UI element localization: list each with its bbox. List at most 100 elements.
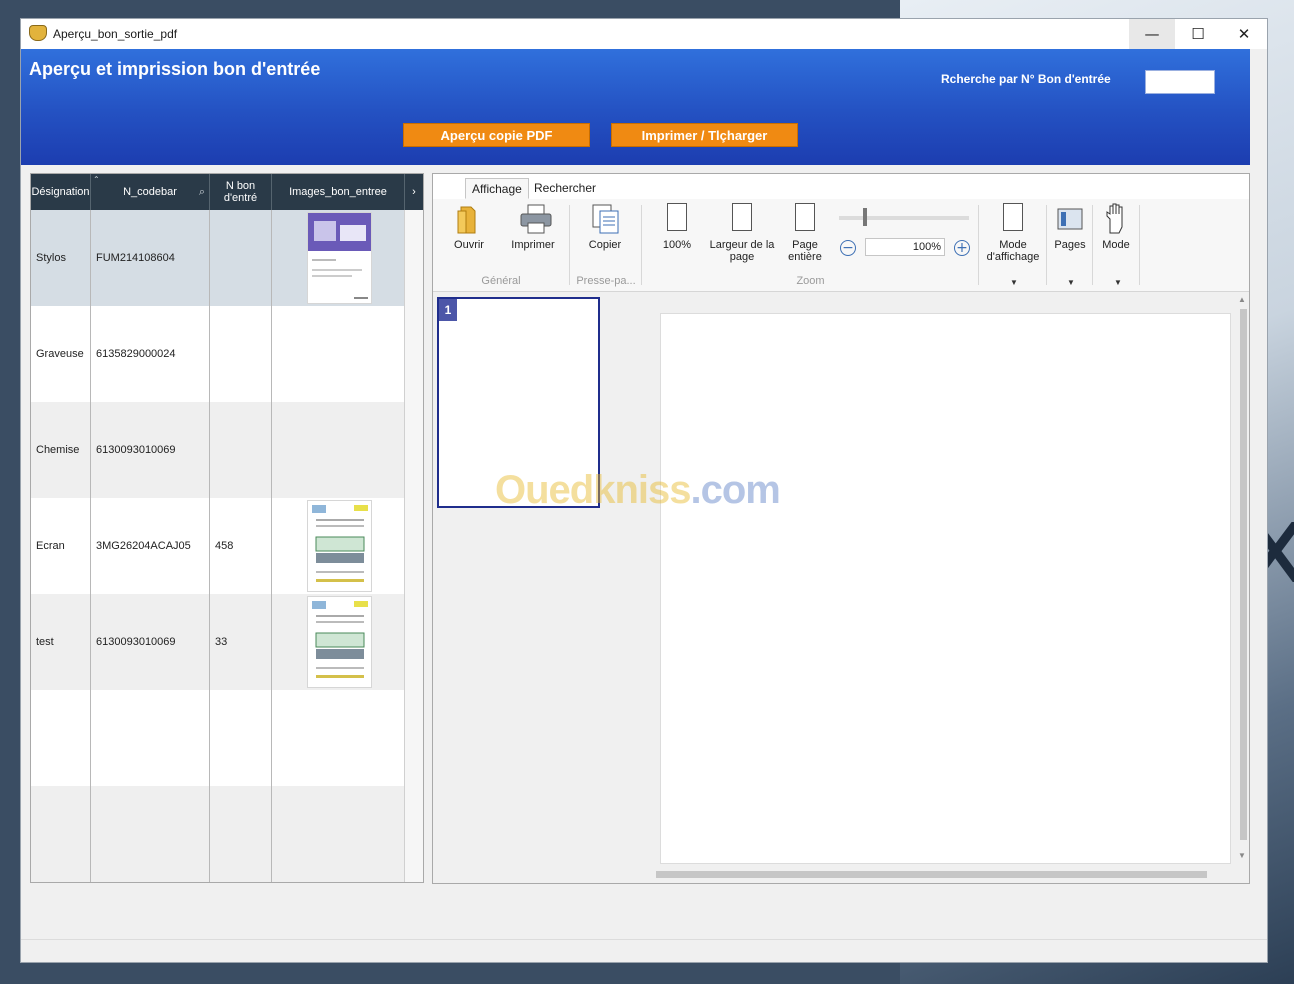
table-cell xyxy=(272,402,405,498)
column-header-n-bon[interactable]: N bon d'entré xyxy=(210,174,272,210)
copy-icon xyxy=(591,203,619,235)
pages-button[interactable]: Pages xyxy=(1050,203,1090,251)
document-thumbnail-image[interactable] xyxy=(307,212,372,304)
table-row[interactable]: Graveuse 6135829000024 xyxy=(31,306,405,402)
preview-pdf-button[interactable]: Aperçu copie PDF xyxy=(403,123,590,147)
scroll-up-icon[interactable]: ▲ xyxy=(1238,295,1246,304)
ribbon-tabs: Affichage Rechercher xyxy=(433,174,1249,200)
whole-page-button[interactable]: Page entière xyxy=(785,203,825,263)
table-row[interactable] xyxy=(31,786,405,882)
table-cell: 6135829000024 xyxy=(91,306,210,402)
zoom-slider-thumb[interactable] xyxy=(863,208,867,226)
tab-affichage[interactable]: Affichage xyxy=(465,178,529,199)
grid-vertical-scrollbar[interactable] xyxy=(404,210,423,882)
table-row[interactable]: Stylos FUM214108604 xyxy=(31,210,405,306)
status-bar xyxy=(21,939,1267,962)
table-cell: 33 xyxy=(210,594,272,690)
watermark: Ouedkniss.com xyxy=(495,468,781,512)
table-cell: 458 xyxy=(210,498,272,594)
pdf-viewer: Affichage Rechercher Ouvrir Imprimer Cop… xyxy=(432,173,1250,884)
tab-rechercher[interactable]: Rechercher xyxy=(528,178,602,199)
column-header-designation[interactable]: Désignation xyxy=(31,174,91,210)
open-button[interactable]: Ouvrir xyxy=(451,203,487,251)
app-icon xyxy=(29,25,47,41)
table-row[interactable]: Ecran 3MG26204ACAJ05 458 xyxy=(31,498,405,594)
table-cell xyxy=(210,402,272,498)
page-icon xyxy=(663,203,691,235)
ribbon-separator xyxy=(641,205,642,285)
mode-button[interactable]: Mode xyxy=(1097,203,1135,251)
scroll-down-icon[interactable]: ▼ xyxy=(1238,851,1246,860)
sort-icon: ⌃ xyxy=(93,175,100,184)
table-cell xyxy=(91,690,210,786)
zoom-slider[interactable] xyxy=(839,216,969,220)
thumbnails-pane: 1 xyxy=(433,293,631,883)
whole-page-icon xyxy=(791,203,819,235)
table-cell: Stylos xyxy=(31,210,91,306)
zoom-out-icon[interactable]: − xyxy=(840,240,856,256)
table-cell xyxy=(210,306,272,402)
ribbon-separator xyxy=(978,205,979,285)
table-cell: FUM214108604 xyxy=(91,210,210,306)
document-thumbnail-image[interactable] xyxy=(307,500,372,592)
page-title: Aperçu et imprission bon d'entrée xyxy=(29,59,321,79)
table-row[interactable]: test 6130093010069 33 xyxy=(31,594,405,690)
vertical-scrollbar[interactable] xyxy=(1240,309,1247,840)
header-banner: Aperçu et imprission bon d'entrée Rcherc… xyxy=(21,49,1250,165)
group-label-clipboard: Presse-pa... xyxy=(576,275,636,287)
print-button[interactable]: Imprimer xyxy=(511,203,555,251)
title-bar: Aperçu_bon_sortie_pdf — ☐ ✕ xyxy=(21,19,1267,49)
table-cell: test xyxy=(31,594,91,690)
ribbon-separator xyxy=(1046,205,1047,285)
table-cell xyxy=(91,786,210,882)
group-label-general: Général xyxy=(481,275,521,287)
search-icon[interactable]: ⌕ xyxy=(199,186,205,198)
table-cell xyxy=(31,690,91,786)
table-cell xyxy=(210,690,272,786)
maximize-button[interactable]: ☐ xyxy=(1175,19,1221,49)
minimize-button[interactable]: — xyxy=(1129,19,1175,49)
page-width-icon xyxy=(728,203,756,235)
group-label-zoom: Zoom xyxy=(796,275,825,287)
items-grid[interactable]: Désignation ⌃ N_codebar ⌕ N bon d'entré … xyxy=(30,173,424,883)
page-number-badge: 1 xyxy=(439,299,457,321)
table-cell: Chemise xyxy=(31,402,91,498)
document-view[interactable]: ▲ ▼ xyxy=(637,293,1249,883)
zoom-100-button[interactable]: 100% xyxy=(657,203,697,251)
page-width-button[interactable]: Largeur de la page xyxy=(709,203,775,263)
ribbon-toolbar: Ouvrir Imprimer Copier 100% Largeur de l… xyxy=(433,199,1249,292)
zoom-in-icon[interactable]: + xyxy=(954,240,970,256)
table-cell xyxy=(210,786,272,882)
document-page xyxy=(660,313,1231,864)
view-mode-button[interactable]: Mode d'affichage xyxy=(981,203,1045,263)
column-header-images[interactable]: Images_bon_entree xyxy=(272,174,405,210)
ribbon-separator xyxy=(1092,205,1093,285)
column-header-codebar[interactable]: ⌃ N_codebar ⌕ xyxy=(91,174,210,210)
table-cell xyxy=(272,690,405,786)
table-row[interactable] xyxy=(31,690,405,786)
table-row[interactable]: Chemise 6130093010069 xyxy=(31,402,405,498)
table-cell: 3MG26204ACAJ05 xyxy=(91,498,210,594)
table-cell: Graveuse xyxy=(31,306,91,402)
close-button[interactable]: ✕ xyxy=(1221,19,1267,49)
copy-button[interactable]: Copier xyxy=(585,203,625,251)
zoom-level-input[interactable]: 100% xyxy=(865,238,945,256)
hand-icon xyxy=(1102,203,1130,235)
table-cell xyxy=(210,210,272,306)
print-download-button[interactable]: Imprimer / Tlçharger xyxy=(611,123,798,147)
mode-dropdown-icon[interactable]: ▼ xyxy=(1114,278,1122,287)
table-cell xyxy=(272,306,405,402)
table-cell: 6130093010069 xyxy=(91,594,210,690)
horizontal-scrollbar[interactable] xyxy=(656,871,1207,878)
printer-icon xyxy=(519,203,552,235)
pages-dropdown-icon[interactable]: ▼ xyxy=(1067,278,1075,287)
view-mode-dropdown-icon[interactable]: ▼ xyxy=(1010,278,1018,287)
search-input[interactable] xyxy=(1145,70,1215,94)
table-cell: 6130093010069 xyxy=(91,402,210,498)
table-cell xyxy=(272,786,405,882)
document-thumbnail-image[interactable] xyxy=(307,596,372,688)
pages-icon xyxy=(1056,203,1084,235)
column-scroll-right-icon[interactable]: › xyxy=(405,174,423,210)
ribbon-separator xyxy=(569,205,570,285)
ribbon-separator xyxy=(1139,205,1140,285)
